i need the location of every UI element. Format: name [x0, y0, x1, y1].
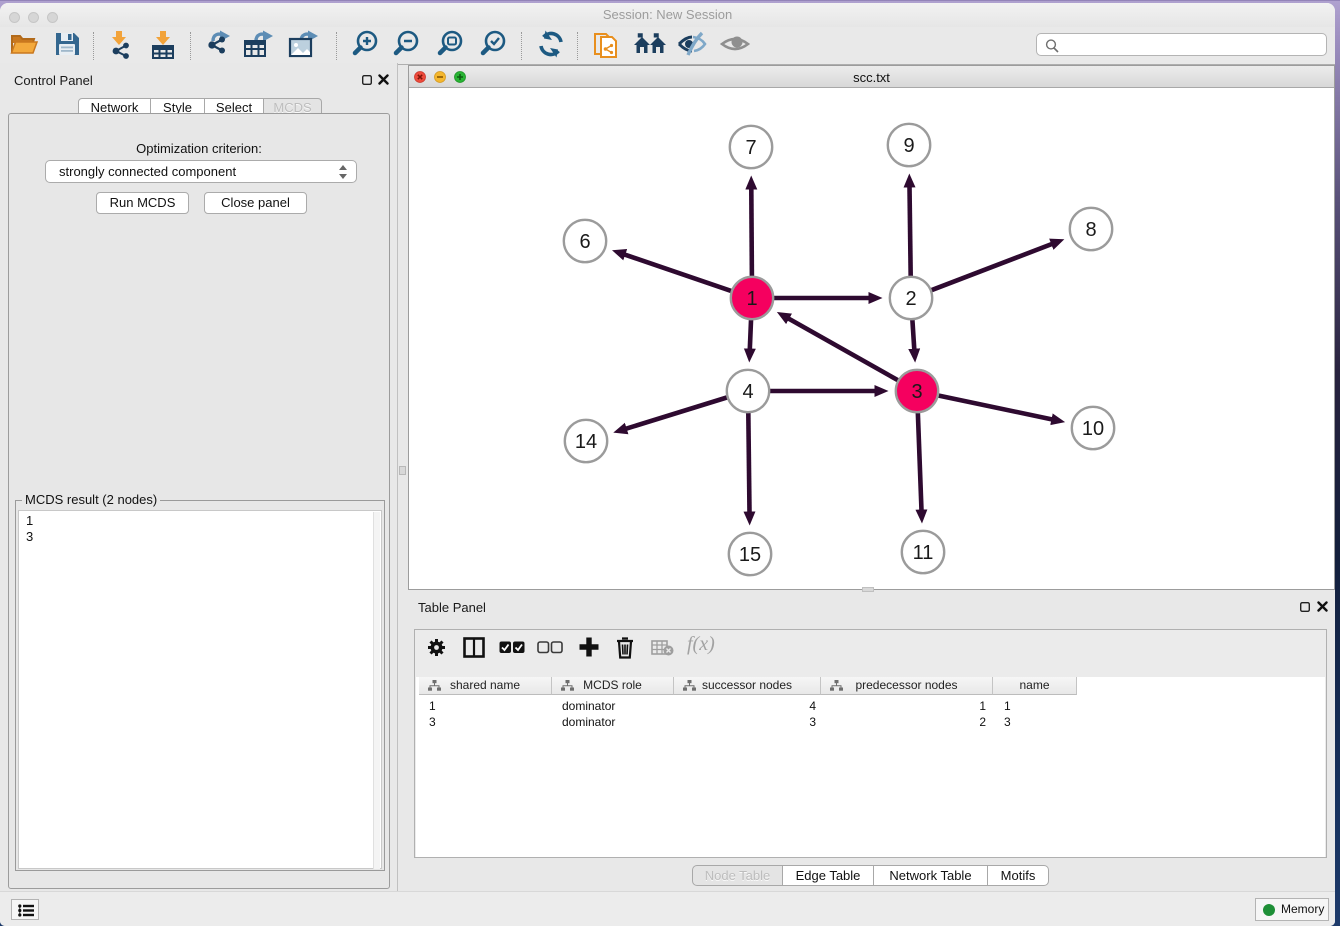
svg-text:2: 2	[905, 288, 916, 310]
svg-text:15: 15	[739, 544, 761, 566]
svg-text:10: 10	[1082, 418, 1104, 440]
svg-text:14: 14	[575, 431, 597, 453]
svg-text:9: 9	[903, 135, 914, 157]
svg-text:8: 8	[1085, 219, 1096, 241]
svg-text:6: 6	[579, 231, 590, 253]
svg-text:11: 11	[913, 542, 934, 564]
svg-text:3: 3	[911, 381, 922, 403]
svg-text:1: 1	[746, 288, 757, 310]
svg-text:7: 7	[745, 137, 756, 159]
svg-text:4: 4	[742, 381, 753, 403]
